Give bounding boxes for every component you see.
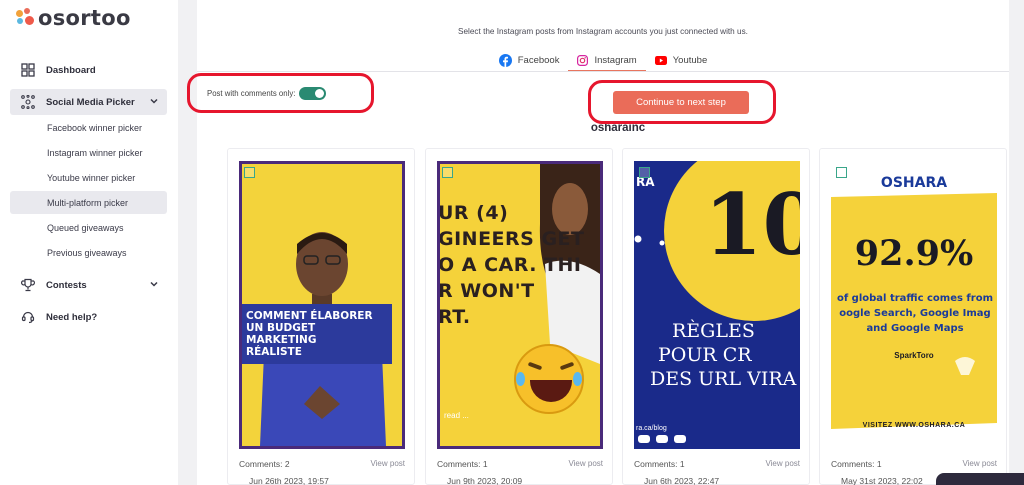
dashboard-icon (20, 62, 36, 78)
instagram-icon (577, 54, 589, 66)
subitem-multi-platform-picker[interactable]: Multi-platform picker (10, 191, 167, 214)
overlay-number: 92.9% (854, 233, 974, 274)
tab-facebook[interactable]: Facebook (490, 50, 569, 70)
sidebar-item-label: Dashboard (46, 64, 96, 76)
sidebar-item-label: Social Media Picker (46, 96, 135, 108)
subitem-label: Instagram winner picker (47, 147, 143, 158)
post-meta: Comments: 1 View post (437, 459, 603, 469)
overlay-line: RÈGLES (672, 320, 755, 342)
help-icon (20, 309, 36, 325)
post-date: Jun 26th 2023, 19:57 (249, 476, 329, 485)
post-date: Jun 9th 2023, 20:09 (447, 476, 523, 485)
comment-count: Comments: 1 (437, 459, 488, 469)
select-checkbox[interactable] (442, 167, 453, 178)
overlay-line: and Google Maps (866, 323, 964, 334)
overlay-line: UN BUDGET MARKETING (246, 322, 317, 346)
post-thumbnail: RA 10 RÈGLES POUR CR DES URL VIRA ra.ca/… (634, 161, 800, 449)
sidebar-item-label: Need help? (46, 311, 98, 323)
post-thumbnail: COMMENT ÉLABORER UN BUDGET MARKETING RÉA… (239, 161, 405, 449)
comment-count: Comments: 1 (634, 459, 685, 469)
overlay-source: SparkToro (894, 351, 934, 360)
laughing-emoji-icon (514, 344, 584, 414)
post-meta: Comments: 1 View post (831, 459, 997, 469)
sidebar-item-label: Contests (46, 279, 87, 291)
overlay-line: POUR CR (658, 344, 752, 366)
chat-widget-button[interactable] (936, 473, 1024, 485)
overlay-line: of global traffic comes from (836, 293, 993, 304)
overlay-line: oogle Search, Google Imag (839, 308, 991, 319)
overlay-number: 10 (704, 175, 800, 274)
sidebar-item-social-media-picker[interactable]: Social Media Picker (10, 89, 167, 115)
chevron-down-icon (149, 279, 159, 292)
subitem-label: Queued giveaways (47, 222, 124, 233)
tab-instagram[interactable]: Instagram (568, 50, 646, 72)
tab-label: Youtube (672, 54, 708, 66)
select-checkbox[interactable] (836, 167, 847, 178)
post-thumbnail: UR (4) GINEERS GET O A CAR. THI R WON'T … (437, 161, 603, 449)
view-post-link[interactable]: View post (962, 459, 997, 469)
subitem-label: Youtube winner picker (47, 172, 136, 183)
select-checkbox[interactable] (639, 167, 650, 178)
post-meta: Comments: 2 View post (239, 459, 405, 469)
sidebar: osortoo Dashboard Social Media Picker Fa… (0, 0, 178, 485)
overlay-line: RÉALISTE (246, 346, 302, 358)
overlay-line: R WON'T (438, 280, 535, 302)
logo-dots-icon (14, 6, 36, 30)
comment-count: Comments: 1 (831, 459, 882, 469)
highlight-oval-continue (588, 80, 776, 124)
post-card[interactable]: UR (4) GINEERS GET O A CAR. THI R WON'T … (425, 148, 613, 485)
tab-label: Facebook (517, 54, 560, 66)
subitem-youtube-winner-picker[interactable]: Youtube winner picker (10, 166, 167, 189)
select-checkbox[interactable] (244, 167, 255, 178)
subitem-facebook-winner-picker[interactable]: Facebook winner picker (10, 116, 167, 139)
overlay-line: COMMENT ÉLABORER (246, 310, 373, 322)
view-post-link[interactable]: View post (370, 459, 405, 469)
subitem-label: Previous giveaways (47, 247, 127, 258)
post-card[interactable]: RA 10 RÈGLES POUR CR DES URL VIRA ra.ca/… (622, 148, 810, 485)
comment-count: Comments: 2 (239, 459, 290, 469)
post-card[interactable]: COMMENT ÉLABORER UN BUDGET MARKETING RÉA… (227, 148, 415, 485)
post-card[interactable]: OSHARA 92.9% of global traffic comes fro… (819, 148, 1007, 485)
sidebar-item-dashboard[interactable]: Dashboard (10, 57, 167, 83)
network-icon (20, 94, 36, 110)
overlay-line: O A CAR. THI (438, 254, 582, 276)
post-overlay-text: UR (4) GINEERS GET O A CAR. THI R WON'T … (438, 200, 600, 330)
post-caption: ra.ca/blog (636, 425, 667, 432)
highlight-oval-filter (187, 73, 374, 113)
post-date: Jun 6th 2023, 22:47 (644, 476, 720, 485)
overlay-line: DES URL VIRA (650, 368, 797, 390)
youtube-icon (654, 55, 667, 65)
tab-label: Instagram (594, 54, 637, 66)
subitem-label: Multi-platform picker (47, 197, 129, 208)
facebook-icon (498, 53, 512, 67)
view-post-link[interactable]: View post (568, 459, 603, 469)
trophy-icon (20, 277, 36, 293)
post-overlay-text: RÈGLES POUR CR DES URL VIRA (650, 319, 800, 391)
post-caption: read ... (444, 411, 469, 420)
brand-name: osortoo (38, 6, 131, 30)
post-overlay-text: COMMENT ÉLABORER UN BUDGET MARKETING RÉA… (242, 304, 392, 364)
post-meta: Comments: 1 View post (634, 459, 800, 469)
tabs-divider (197, 71, 1009, 72)
overlay-line: GINEERS GET (438, 228, 585, 250)
view-post-link[interactable]: View post (765, 459, 800, 469)
tab-youtube[interactable]: Youtube (646, 50, 717, 70)
chevron-down-icon (149, 96, 159, 109)
post-thumbnail: OSHARA 92.9% of global traffic comes fro… (831, 161, 997, 449)
subitem-queued-giveaways[interactable]: Queued giveaways (10, 216, 167, 239)
overlay-line: UR (4) (438, 202, 509, 224)
subitem-instagram-winner-picker[interactable]: Instagram winner picker (10, 141, 167, 164)
platform-tabs: Facebook Instagram Youtube (197, 50, 1009, 72)
instruction-text: Select the Instagram posts from Instagra… (458, 27, 748, 36)
overlay-brand: OSHARA (880, 175, 948, 191)
sidebar-item-need-help[interactable]: Need help? (10, 304, 167, 330)
sidebar-item-contests[interactable]: Contests (10, 272, 167, 298)
subitem-label: Facebook winner picker (47, 122, 143, 133)
post-overlay-text: of global traffic comes from oogle Searc… (831, 291, 997, 336)
post-date: May 31st 2023, 22:02 (841, 476, 923, 485)
osortoo-logo[interactable]: osortoo (14, 6, 131, 30)
subitem-previous-giveaways[interactable]: Previous giveaways (10, 241, 167, 264)
overlay-line: RT. (438, 306, 471, 328)
overlay-footer: VISITEZ WWW.OSHARA.CA (862, 422, 966, 429)
